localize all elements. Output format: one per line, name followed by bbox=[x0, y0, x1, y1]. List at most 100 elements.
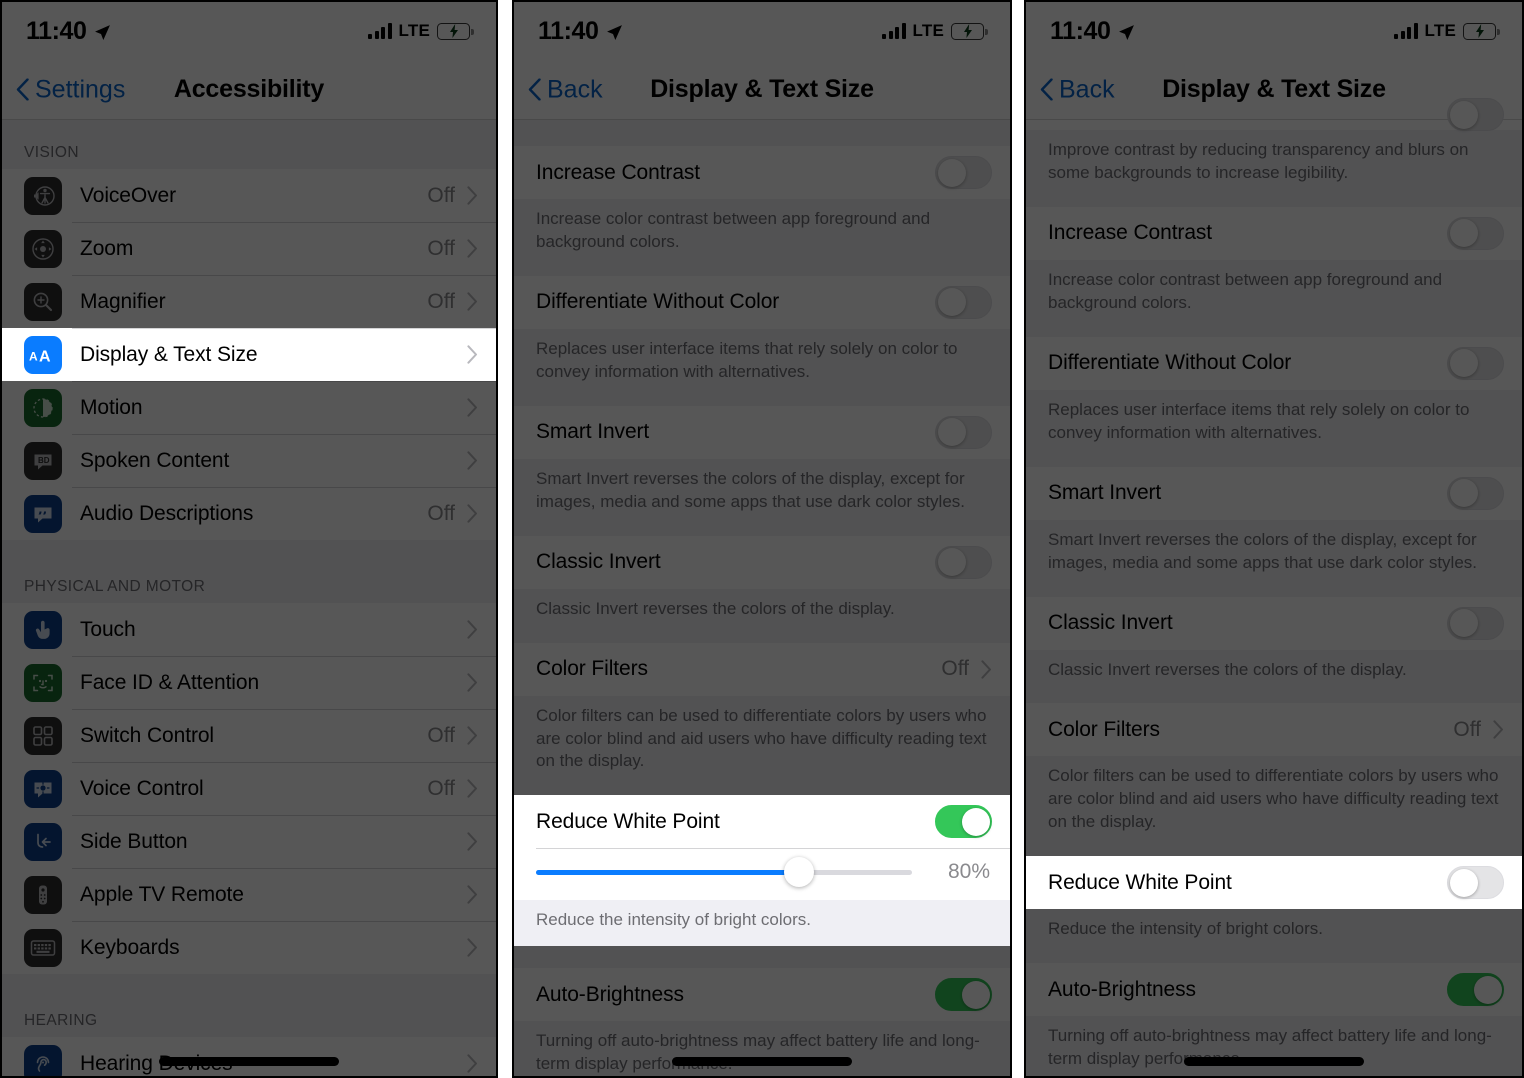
row-description: Classic Invert reverses the colors of th… bbox=[1026, 649, 1522, 704]
back-button[interactable]: Back bbox=[1040, 75, 1115, 104]
sidebar-item-side-button[interactable]: Side Button bbox=[2, 815, 496, 868]
reduce-white-point-toggle[interactable] bbox=[935, 805, 992, 839]
battery-charging-icon bbox=[1463, 22, 1500, 40]
sidebar-item-label: Motion bbox=[80, 395, 143, 419]
sidebar-item-switch-control[interactable]: Switch Control Off bbox=[2, 709, 496, 762]
status-bar-left: 11:40 bbox=[538, 17, 623, 46]
reduce-white-point-section: Reduce White Point 80% Reduce the intens… bbox=[514, 795, 1010, 947]
phone-panel-display-text-size-on: 11:40 LTE Back Display & Text Size Incre… bbox=[512, 0, 1012, 1078]
sidebar-item-voiceover[interactable]: VoiceOver Off bbox=[2, 169, 496, 222]
classic-invert-toggle[interactable] bbox=[1447, 606, 1504, 640]
row-reduce-white-point[interactable]: Reduce White Point bbox=[514, 795, 1010, 849]
sidebar-item-keyboards[interactable]: Keyboards bbox=[2, 921, 496, 974]
row-description: Smart Invert reverses the colors of the … bbox=[1026, 519, 1522, 597]
audio-descriptions-icon bbox=[24, 494, 62, 533]
svg-text:A: A bbox=[39, 348, 51, 365]
row-description: Color filters can be used to differentia… bbox=[514, 695, 1010, 796]
group-header-vision: VISION bbox=[2, 120, 496, 169]
chevron-right-icon bbox=[467, 504, 477, 523]
smart-invert-toggle[interactable] bbox=[1447, 476, 1504, 510]
row-label: Classic Invert bbox=[536, 550, 661, 574]
back-button-settings[interactable]: Settings bbox=[16, 75, 125, 104]
row-reduce-white-point[interactable]: Reduce White Point bbox=[1026, 856, 1522, 910]
phone-panel-display-text-size-off: 11:40 LTE Back Display & Text Size Impro… bbox=[1024, 0, 1524, 1078]
row-description: Increase color contrast between app fore… bbox=[514, 199, 1010, 276]
sidebar-item-label: Keyboards bbox=[80, 935, 180, 959]
sidebar-item-label: Spoken Content bbox=[80, 448, 230, 472]
differentiate-without-color-toggle[interactable] bbox=[1447, 346, 1504, 380]
increase-contrast-toggle[interactable] bbox=[1447, 216, 1504, 250]
sidebar-item-label: Touch bbox=[80, 617, 136, 641]
back-button[interactable]: Back bbox=[528, 75, 603, 104]
back-button-label: Back bbox=[547, 75, 603, 103]
row-description: Turning off auto-brightness may affect b… bbox=[514, 1021, 1010, 1076]
row-partial-above[interactable] bbox=[1026, 98, 1522, 131]
magnifier-icon bbox=[24, 282, 62, 321]
row-classic-invert[interactable]: Classic Invert bbox=[514, 535, 1010, 589]
row-label: Color Filters bbox=[536, 657, 648, 681]
sidebar-item-value: Off bbox=[427, 723, 455, 747]
chevron-right-icon bbox=[467, 726, 477, 745]
row-increase-contrast[interactable]: Increase Contrast bbox=[1026, 206, 1522, 260]
sidebar-item-spoken-content[interactable]: BD Spoken Content bbox=[2, 434, 496, 487]
row-classic-invert[interactable]: Classic Invert bbox=[1026, 596, 1522, 650]
status-time: 11:40 bbox=[26, 16, 87, 45]
row-smart-invert[interactable]: Smart Invert bbox=[1026, 466, 1522, 520]
accessibility-settings-list: VISION VoiceOver Off Zoom Off Magnifier … bbox=[2, 120, 496, 1076]
hearing-devices-icon bbox=[24, 1044, 62, 1076]
row-increase-contrast[interactable]: Increase Contrast bbox=[514, 146, 1010, 199]
sidebar-item-label: Side Button bbox=[80, 829, 188, 853]
sidebar-item-voice-control[interactable]: Voice Control Off bbox=[2, 762, 496, 815]
classic-invert-toggle[interactable] bbox=[935, 545, 992, 579]
sidebar-item-label: Face ID & Attention bbox=[80, 670, 260, 694]
sidebar-item-motion[interactable]: Motion bbox=[2, 381, 496, 434]
nav-bar-accessibility: Settings Accessibility bbox=[2, 60, 496, 120]
chevron-right-icon bbox=[467, 885, 477, 904]
reduce-white-point-toggle[interactable] bbox=[1447, 866, 1504, 900]
row-auto-brightness[interactable]: Auto-Brightness bbox=[1026, 963, 1522, 1017]
screen-display-text-size-off: 11:40 LTE Back Display & Text Size Impro… bbox=[1026, 2, 1522, 1076]
row-label: Classic Invert bbox=[1048, 611, 1173, 634]
sidebar-item-value: Off bbox=[427, 501, 455, 525]
carrier-label: LTE bbox=[1424, 21, 1456, 40]
row-label: Auto-Brightness bbox=[536, 982, 684, 1006]
screenshot-stage: 11:40 LTE Settings Accessibility VISION … bbox=[0, 0, 1524, 1078]
row-auto-brightness[interactable]: Auto-Brightness bbox=[514, 968, 1010, 1022]
cellular-signal-icon bbox=[368, 23, 392, 39]
row-color-filters[interactable]: Color Filters Off bbox=[514, 642, 1010, 696]
row-label: Increase Contrast bbox=[536, 160, 701, 184]
nav-bar-display-text-size: Back Display & Text Size bbox=[514, 60, 1010, 120]
row-description: Reduce the intensity of bright colors. bbox=[514, 900, 1010, 947]
list-top-spacer bbox=[514, 120, 1010, 146]
sidebar-item-face-id-attention[interactable]: Face ID & Attention bbox=[2, 656, 496, 709]
chevron-right-icon bbox=[467, 451, 477, 470]
differentiate-without-color-toggle[interactable] bbox=[935, 285, 992, 319]
partial-toggle[interactable] bbox=[1447, 98, 1504, 131]
back-button-label: Back bbox=[1059, 75, 1115, 103]
sidebar-item-touch[interactable]: Touch bbox=[2, 603, 496, 656]
increase-contrast-toggle[interactable] bbox=[935, 156, 992, 189]
row-label: Differentiate Without Color bbox=[536, 290, 780, 314]
auto-brightness-toggle[interactable] bbox=[1447, 973, 1504, 1007]
chevron-right-icon bbox=[467, 1054, 477, 1073]
status-bar: 11:40 LTE bbox=[2, 2, 496, 60]
sidebar-item-display-text-size[interactable]: AA Display & Text Size bbox=[2, 328, 496, 381]
row-differentiate-without-color[interactable]: Differentiate Without Color bbox=[1026, 336, 1522, 390]
row-label: Increase Contrast bbox=[1048, 221, 1213, 245]
cellular-signal-icon bbox=[882, 23, 906, 39]
page-title: Display & Text Size bbox=[1162, 75, 1386, 103]
chevron-right-icon bbox=[467, 345, 477, 364]
sidebar-item-magnifier[interactable]: Magnifier Off bbox=[2, 275, 496, 328]
sidebar-item-apple-tv-remote[interactable]: Apple TV Remote bbox=[2, 868, 496, 921]
sidebar-item-audio-descriptions[interactable]: Audio Descriptions Off bbox=[2, 487, 496, 540]
row-differentiate-without-color[interactable]: Differentiate Without Color bbox=[514, 275, 1010, 329]
reduce-white-point-slider[interactable] bbox=[536, 857, 912, 888]
sidebar-item-zoom[interactable]: Zoom Off bbox=[2, 222, 496, 275]
battery-charging-icon bbox=[437, 22, 474, 40]
display-text-size-list: Increase Contrast Increase color contras… bbox=[514, 120, 1010, 1076]
row-color-filters[interactable]: Color Filters Off bbox=[1026, 703, 1522, 757]
row-smart-invert[interactable]: Smart Invert bbox=[514, 405, 1010, 459]
smart-invert-toggle[interactable] bbox=[935, 415, 992, 449]
auto-brightness-toggle[interactable] bbox=[935, 978, 992, 1012]
row-description: Turning off auto-brightness may affect b… bbox=[1026, 1016, 1522, 1076]
